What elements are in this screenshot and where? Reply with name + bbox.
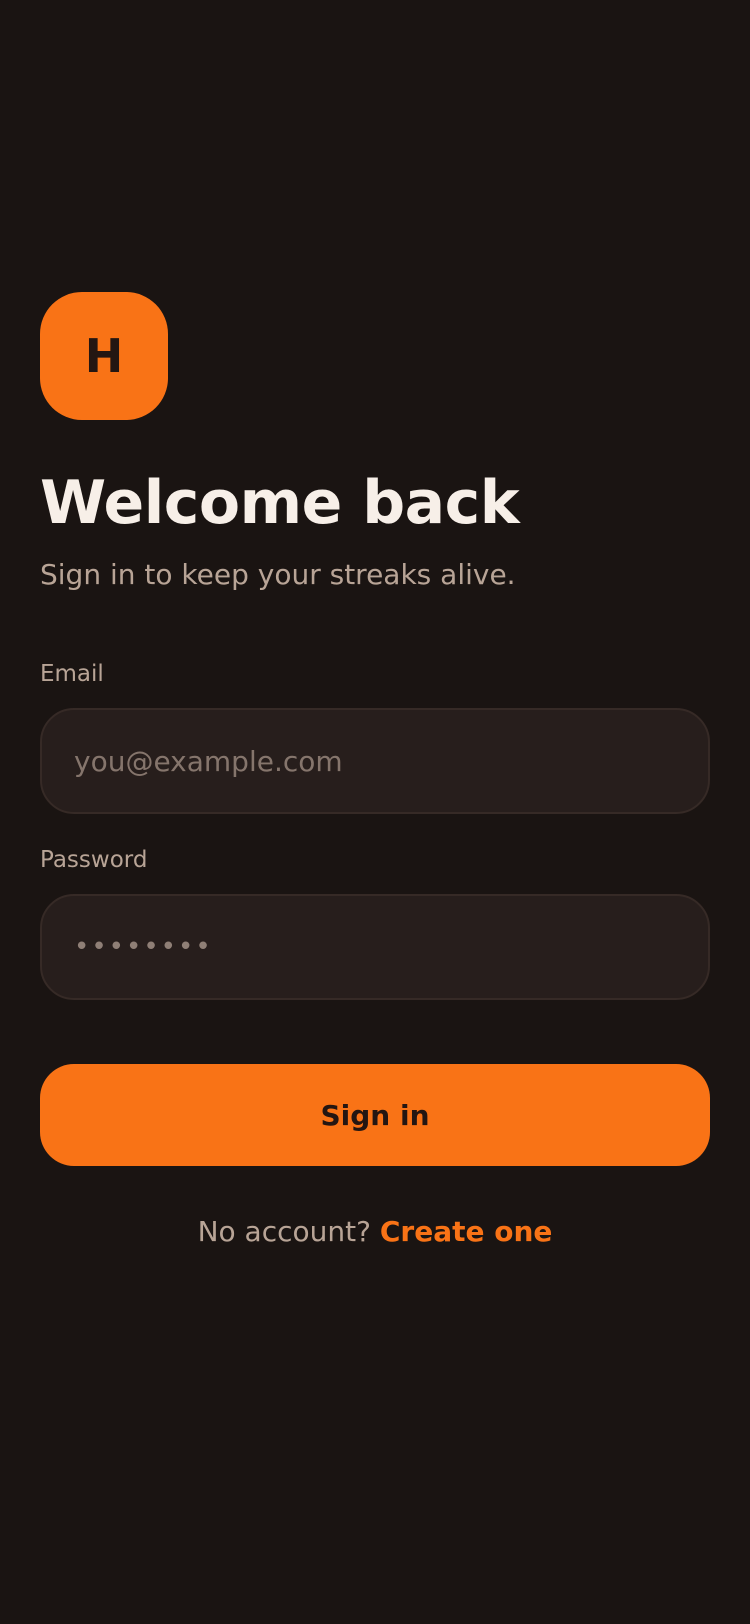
password-label: Password bbox=[40, 847, 148, 873]
sign-in-button[interactable]: Sign in bbox=[40, 1064, 710, 1166]
email-input[interactable] bbox=[74, 744, 708, 778]
page-subtitle: Sign in to keep your streaks alive. bbox=[40, 558, 516, 591]
email-field-container bbox=[40, 708, 710, 814]
password-input[interactable] bbox=[74, 932, 708, 962]
app-logo: H bbox=[40, 292, 168, 420]
no-account-text: No account? bbox=[197, 1215, 371, 1248]
page-title: Welcome back bbox=[40, 468, 520, 538]
create-account-link[interactable]: Create one bbox=[380, 1215, 553, 1248]
email-label: Email bbox=[40, 661, 104, 687]
signup-prompt: No account? Create one bbox=[0, 1215, 750, 1248]
logo-letter: H bbox=[84, 329, 124, 383]
login-screen: H Welcome back Sign in to keep your stre… bbox=[0, 0, 750, 1624]
password-field-container bbox=[40, 894, 710, 1000]
